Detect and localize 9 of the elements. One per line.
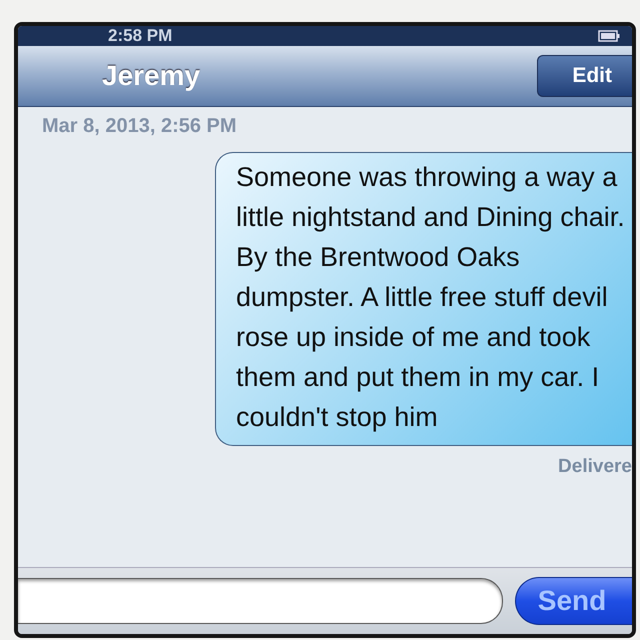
contact-name: Jeremy bbox=[102, 60, 200, 92]
battery-icon bbox=[598, 30, 620, 42]
message-input-field[interactable] bbox=[18, 578, 503, 624]
message-timestamp: Mar 8, 2013, 2:56 PM bbox=[41, 114, 238, 138]
message-bubble: Someone was throwing a way a little nightstand and Dining chair. By the Brentwood Oaks dumpster. A little free stuff devil rose up inside of me and took them and put them in my car. I couldn't stop him bbox=[215, 152, 632, 446]
send-button[interactable]: Send bbox=[515, 577, 632, 625]
delivery-status: Delivere bbox=[558, 456, 632, 478]
status-time: 2:58 PM bbox=[108, 26, 172, 46]
edit-button[interactable]: Edit bbox=[537, 55, 632, 97]
